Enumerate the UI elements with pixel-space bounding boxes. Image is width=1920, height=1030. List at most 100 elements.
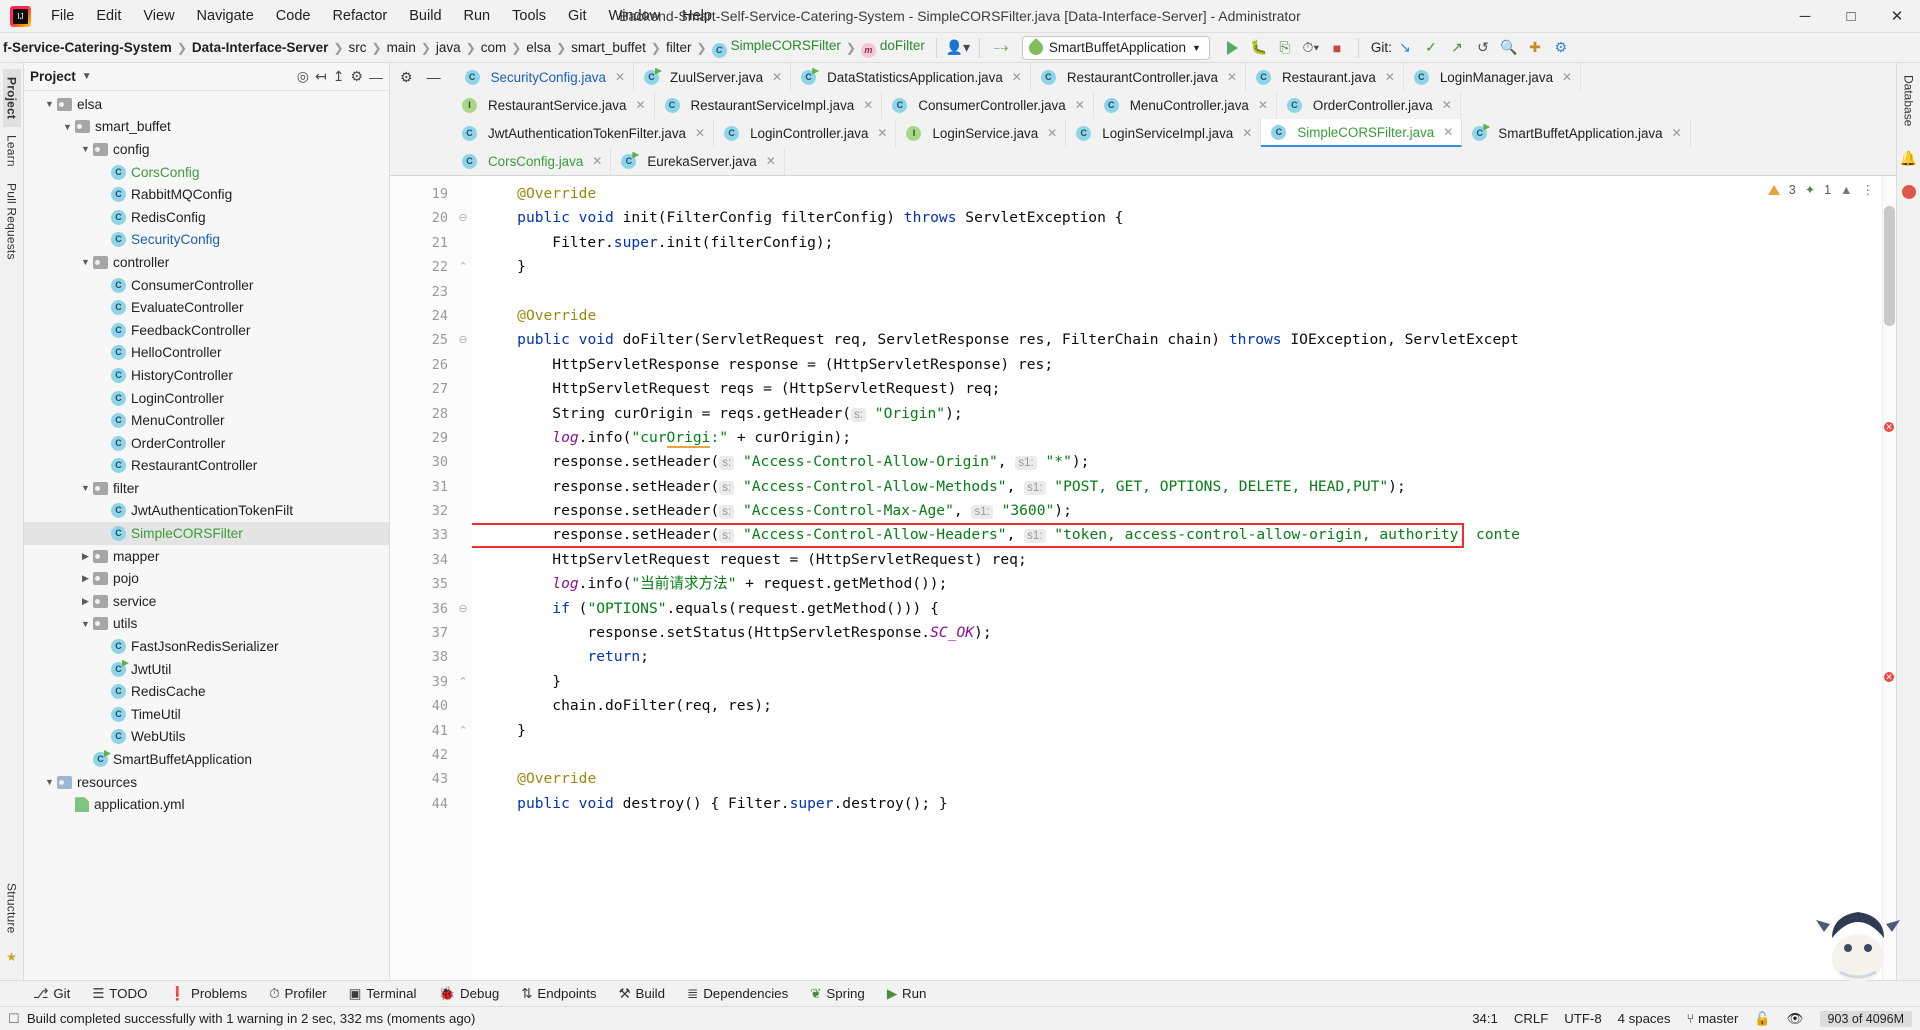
code-line[interactable]: String curOrigin = reqs.getHeader(s: "Or… (472, 402, 1896, 426)
chevron-down-icon[interactable]: ▼ (78, 483, 93, 493)
tree-node[interactable]: C RestaurantController (24, 455, 389, 478)
code-line[interactable]: response.setStatus(HttpServletResponse.S… (472, 621, 1896, 645)
close-icon[interactable]: ✕ (1075, 98, 1085, 112)
line-number[interactable]: 31 (390, 475, 454, 499)
code-folding-gutter[interactable]: ⊖ ⌃ ⊖ ⊖ ⌃ ⌃ (454, 176, 472, 980)
line-number[interactable]: 19 (390, 182, 454, 206)
breadcrumb-java[interactable]: java (433, 38, 464, 57)
fold-open-icon[interactable]: ⊖ (454, 206, 472, 230)
tree-node[interactable]: C TimeUtil (24, 703, 389, 726)
editor-tab[interactable]: C SmartBuffetApplication.java ✕ (1462, 119, 1691, 147)
editor-tab-rows[interactable]: ⚙ — C SecurityConfig.java ✕ C ZuulServer.java ✕… (390, 63, 1896, 176)
git-update-icon[interactable]: ↘ (1392, 36, 1418, 60)
search-icon[interactable]: 🔍 (1496, 36, 1522, 60)
line-number[interactable]: 23 (390, 280, 454, 304)
fold-close-icon[interactable]: ⌃ (454, 670, 472, 694)
tree-node[interactable]: C LoginController (24, 387, 389, 410)
line-number[interactable]: 36 (390, 597, 454, 621)
tool-window-button-git[interactable]: ⎇ Git (22, 986, 81, 1002)
breadcrumb[interactable]: f-Service-Catering-System ❯ Data-Interfa… (0, 36, 928, 60)
close-icon[interactable]: ✕ (1258, 98, 1268, 112)
git-commit-icon[interactable]: ✓ (1418, 36, 1444, 60)
chevron-down-icon[interactable]: ▼ (42, 99, 57, 109)
editor-tab[interactable]: C SecurityConfig.java ✕ (454, 63, 634, 91)
code-line[interactable]: Filter.super.init(filterConfig); (472, 231, 1896, 255)
code-line[interactable]: response.setHeader(s: "Access-Control-Al… (472, 450, 1896, 474)
code-line[interactable]: } (472, 670, 1896, 694)
line-number[interactable]: 20↑ (390, 206, 472, 254)
code-content[interactable]: @Override public void init(FilterConfig … (472, 176, 1896, 980)
close-icon[interactable]: ✕ (615, 70, 625, 84)
profile-icon[interactable]: 👤▾ (945, 36, 971, 60)
editor-scrollbar[interactable]: ✕ ✕ (1882, 176, 1896, 980)
chevron-down-icon[interactable]: ▼ (78, 257, 93, 267)
fold-open-icon[interactable]: ⊖ (454, 597, 472, 621)
code-line[interactable]: @Override (472, 182, 1896, 206)
file-encoding[interactable]: UTF-8 (1564, 1011, 1601, 1026)
editor-tab[interactable]: I LoginService.java ✕ (896, 119, 1067, 147)
code-line[interactable] (472, 280, 1896, 304)
tool-window-button-spring[interactable]: ❦ Spring (799, 986, 876, 1002)
tree-node[interactable]: ▶ pojo (24, 567, 389, 590)
hammer-icon[interactable]: ⤍ (988, 36, 1014, 60)
close-icon[interactable]: ✕ (1385, 70, 1395, 84)
code-line[interactable]: log.info("curOrigi:" + curOrigin); (472, 426, 1896, 450)
tool-window-button-endpoints[interactable]: ⇅ Endpoints (510, 986, 607, 1002)
memory-indicator[interactable]: 903 of 4096M (1819, 1010, 1912, 1027)
code-line[interactable]: return; (472, 645, 1896, 669)
chevron-right-icon[interactable]: ▶ (78, 551, 93, 562)
hide-icon[interactable]: — (427, 69, 441, 85)
editor-tab[interactable]: C DataStatisticsApplication.java ✕ (791, 63, 1031, 91)
menu-item-window[interactable]: Window (598, 4, 672, 28)
tree-node[interactable]: ▶ service (24, 590, 389, 613)
chevron-right-icon[interactable]: ▶ (78, 573, 93, 584)
main-menu[interactable]: File Edit View Navigate Code Refactor Bu… (40, 4, 723, 28)
chevron-down-icon[interactable]: ▼ (42, 777, 57, 787)
sidebar-item-structure[interactable]: Structure (3, 875, 21, 942)
menu-item-build[interactable]: Build (398, 4, 452, 28)
close-icon[interactable]: ✕ (772, 70, 782, 84)
git-push-icon[interactable]: ↗ (1444, 36, 1470, 60)
line-number[interactable]: 41 (390, 719, 454, 743)
tree-node[interactable]: C HistoryController (24, 364, 389, 387)
editor-tab[interactable]: C MenuController.java ✕ (1093, 91, 1277, 119)
breadcrumb-smart-buffet[interactable]: smart_buffet (568, 38, 649, 57)
tree-node[interactable]: ▼ config (24, 138, 389, 161)
close-icon[interactable]: ✕ (1443, 125, 1453, 139)
line-number[interactable]: 40 (390, 694, 454, 718)
breadcrumb-com[interactable]: com (478, 38, 510, 57)
bottom-tool-window-bar[interactable]: ⎇ Git ☰ TODO ❗ Problems ⏱ Profiler ▣ Terminal 🐞 Deb… (0, 980, 1920, 1006)
line-number[interactable]: 39 (390, 670, 454, 694)
tree-node[interactable]: C MenuController (24, 409, 389, 432)
ai-assistant-icon[interactable] (1901, 185, 1916, 200)
editor-tab[interactable]: C OrderController.java ✕ (1276, 91, 1461, 119)
tree-node[interactable]: C WebUtils (24, 726, 389, 749)
sidebar-item-learn[interactable]: Learn (3, 127, 21, 175)
menu-item-file[interactable]: File (40, 4, 85, 28)
tree-node[interactable]: C OrderController (24, 432, 389, 455)
tool-window-button-terminal[interactable]: ▣ Terminal (338, 986, 428, 1002)
close-icon[interactable]: ✕ (1242, 126, 1252, 140)
line-number[interactable]: 33 (390, 523, 454, 547)
line-number[interactable]: 24 (390, 304, 454, 328)
run-configuration-selector[interactable]: SmartBuffetApplication ▼ (1021, 35, 1210, 60)
line-number-gutter[interactable]: 1920↑2122232425↑262728293031323334353637… (390, 176, 472, 980)
line-separator[interactable]: CRLF (1514, 1011, 1548, 1026)
debug-icon[interactable]: 🐛 (1246, 36, 1272, 60)
editor-tab[interactable]: C CorsConfig.java ✕ (452, 147, 612, 175)
sidebar-item-pull-requests[interactable]: Pull Requests (3, 175, 21, 268)
line-number[interactable]: 30 (390, 450, 454, 474)
tree-node[interactable]: ▼ utils (24, 613, 389, 636)
stop-icon[interactable]: ■ (1324, 36, 1350, 60)
editor-tab[interactable]: C LoginServiceImpl.java ✕ (1066, 119, 1262, 147)
error-stripe-marker[interactable]: ✕ (1884, 422, 1894, 432)
collapse-all-icon[interactable]: ↤ (315, 68, 327, 85)
tree-node[interactable]: ▼ filter (24, 477, 389, 500)
chevron-down-icon[interactable]: ▼ (78, 619, 93, 629)
tool-window-button-todo[interactable]: ☰ TODO (81, 986, 158, 1002)
code-line[interactable]: response.setHeader(s: "Access-Control-Ma… (472, 499, 1896, 523)
profiler-icon[interactable]: ⏱▾ (1298, 36, 1324, 60)
close-icon[interactable]: ✕ (592, 154, 602, 168)
close-icon[interactable]: ✕ (1442, 98, 1452, 112)
maximize-button[interactable]: □ (1828, 0, 1874, 33)
